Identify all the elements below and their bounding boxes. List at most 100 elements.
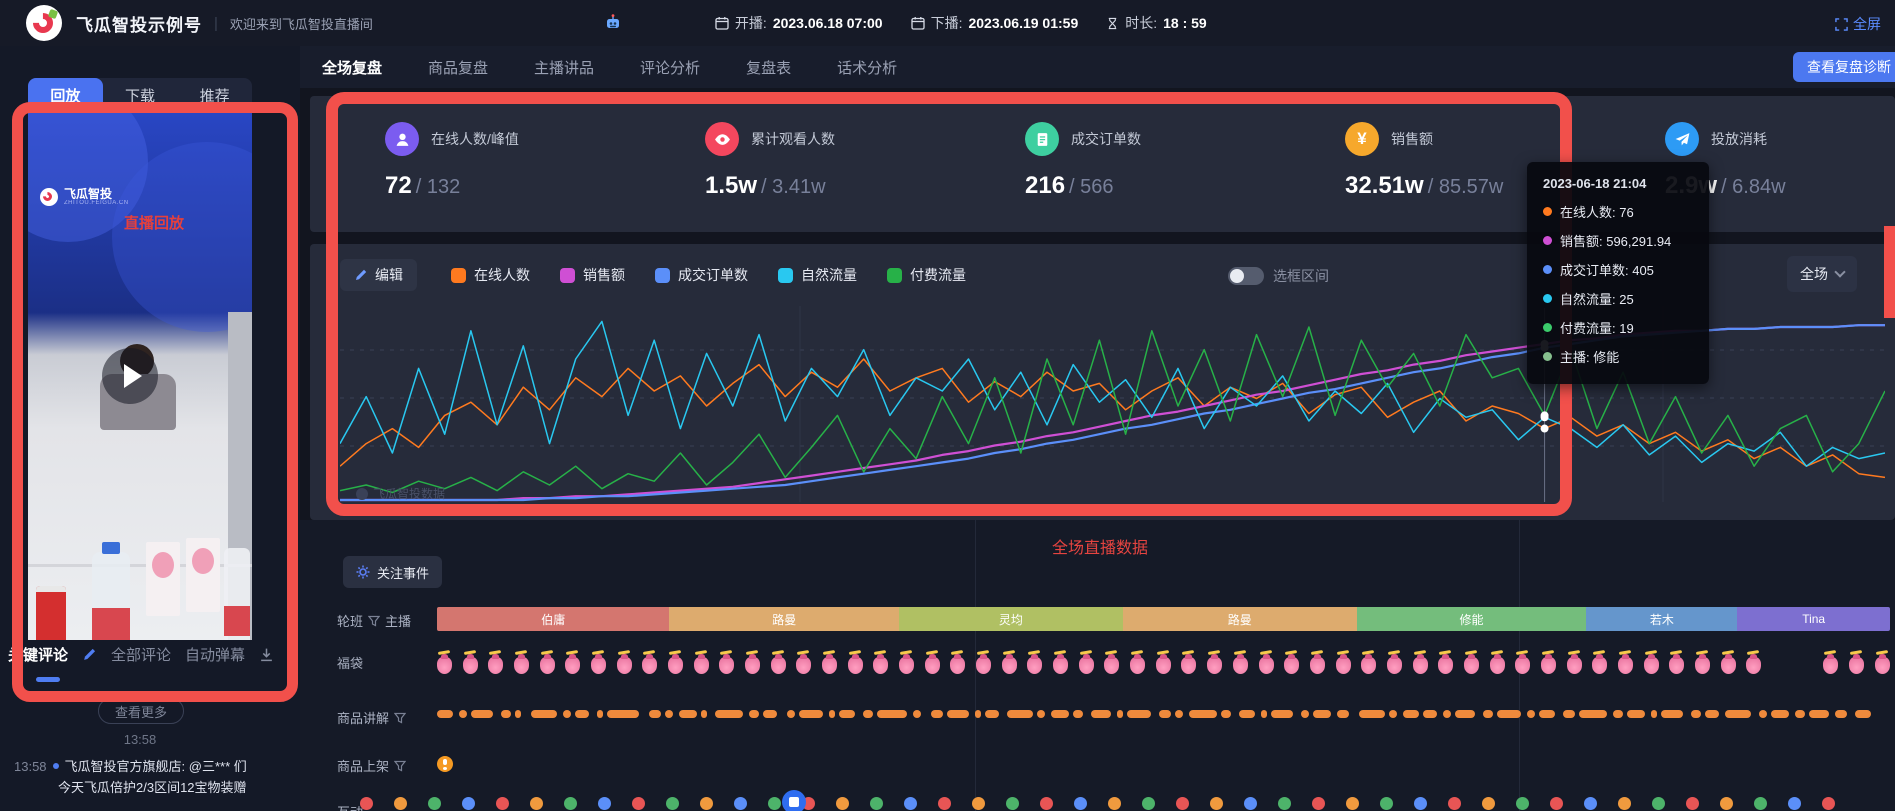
explain-segment[interactable] [597,710,603,718]
interaction-dot[interactable] [1074,797,1087,810]
interaction-dot[interactable] [1448,797,1461,810]
explain-segment[interactable] [877,710,907,718]
interaction-dot[interactable] [496,797,509,810]
lucky-bag-icon[interactable] [1104,657,1119,674]
lucky-bag-icon[interactable] [591,657,606,674]
lucky-bag-icon[interactable] [1746,657,1761,674]
edit-metrics-button[interactable]: 编辑 [340,259,417,291]
explain-segment[interactable] [975,710,981,718]
range-dropdown[interactable]: 全场 [1787,256,1857,292]
lucky-bag-icon[interactable] [1156,657,1171,674]
lucky-bag-icon[interactable] [796,657,811,674]
funnel-icon[interactable] [394,712,406,724]
lucky-bag-icon[interactable] [848,657,863,674]
lucky-bag-icon[interactable] [976,657,991,674]
explain-segment[interactable] [1073,710,1083,718]
interaction-dot[interactable] [1720,797,1733,810]
fullscreen-button[interactable]: 全屏 [1835,14,1881,34]
lucky-bag-icon[interactable] [1644,657,1659,674]
interaction-dot[interactable] [632,797,645,810]
explain-segment[interactable] [1337,710,1349,718]
lucky-bag-icon[interactable] [1079,657,1094,674]
legend-item-2[interactable]: 销售额 [560,265,625,285]
explain-segment[interactable] [931,710,943,718]
explain-segment[interactable] [839,710,855,718]
lucky-bag-icon[interactable] [925,657,940,674]
sidebar-tab-3[interactable]: 推荐 [177,78,252,112]
explain-segment[interactable] [1539,710,1555,718]
lucky-bag-icon[interactable] [694,657,709,674]
explain-segment[interactable] [1563,710,1575,718]
nav-tab-1[interactable]: 全场复盘 [322,57,382,78]
interaction-dot[interactable] [1108,797,1121,810]
interaction-dot[interactable] [1584,797,1597,810]
explain-segment[interactable] [947,710,969,718]
lucky-bag-icon[interactable] [1310,657,1325,674]
nav-tab-6[interactable]: 话术分析 [837,57,897,78]
lucky-bag-icon[interactable] [1721,657,1736,674]
interaction-dot[interactable] [1788,797,1801,810]
interaction-dot[interactable] [904,797,917,810]
lucky-bag-icon[interactable] [1669,657,1684,674]
lucky-bag-icon[interactable] [1618,657,1633,674]
interaction-dot[interactable] [1040,797,1053,810]
explain-segment[interactable] [763,710,777,718]
lucky-bag-icon[interactable] [1207,657,1222,674]
explain-segment[interactable] [829,710,835,718]
explain-segment[interactable] [1313,710,1331,718]
sidebar-tab-2[interactable]: 下载 [103,78,178,112]
explain-segment[interactable] [1239,710,1255,718]
lucky-bag-icon[interactable] [899,657,914,674]
shift-segment-伯庸[interactable]: 伯庸 [437,607,669,631]
explain-segment[interactable] [501,710,511,718]
interaction-dot[interactable] [1278,797,1291,810]
product-explain-row[interactable] [437,710,1895,720]
lucky-bag-icon[interactable] [719,657,734,674]
explain-segment[interactable] [1189,710,1217,718]
lucky-bag-icon[interactable] [1002,657,1017,674]
lucky-bag-icon[interactable] [1515,657,1530,674]
interaction-dot[interactable] [530,797,543,810]
lucky-bag-icon[interactable] [565,657,580,674]
lucky-bag-icon[interactable] [1361,657,1376,674]
lucky-bag-icon[interactable] [822,657,837,674]
lucky-bag-icon[interactable] [873,657,888,674]
tab-all-comments[interactable]: 全部评论 [111,644,171,665]
lucky-bag-icon[interactable] [1181,657,1196,674]
explain-segment[interactable] [1627,710,1645,718]
legend-item-3[interactable]: 成交订单数 [655,265,748,285]
explain-segment[interactable] [1091,710,1111,718]
explain-segment[interactable] [1159,710,1171,718]
lucky-bag-icon[interactable] [745,657,760,674]
lucky-bag-icon[interactable] [1875,657,1890,674]
interaction-dot[interactable] [938,797,951,810]
interaction-dot[interactable] [598,797,611,810]
lucky-bag-icon[interactable] [771,657,786,674]
explain-segment[interactable] [1855,710,1871,718]
interaction-dot[interactable] [1516,797,1529,810]
tab-key-comments[interactable]: 关键评论 [8,644,68,665]
legend-item-1[interactable]: 在线人数 [451,265,530,285]
lucky-bag-icon[interactable] [1387,657,1402,674]
explain-segment[interactable] [575,710,589,718]
interaction-dot[interactable] [734,797,747,810]
explain-segment[interactable] [1579,710,1607,718]
shift-segment-路曼[interactable]: 路曼 [1123,607,1357,631]
interaction-dot[interactable] [428,797,441,810]
shift-segment-若木[interactable]: 若木 [1586,607,1737,631]
explain-segment[interactable] [1127,710,1151,718]
lucky-bag-icon[interactable] [463,657,478,674]
explain-segment[interactable] [1359,710,1385,718]
explain-segment[interactable] [1221,710,1231,718]
interaction-dot[interactable] [1244,797,1257,810]
interaction-badge[interactable] [782,790,806,811]
shift-segment-Tina[interactable]: Tina [1737,607,1890,631]
explain-segment[interactable] [985,710,999,718]
lucky-bag-icon[interactable] [1592,657,1607,674]
interaction-dot[interactable] [1482,797,1495,810]
interaction-dot[interactable] [972,797,985,810]
lucky-bag-icon[interactable] [642,657,657,674]
lucky-bag-icon[interactable] [1413,657,1428,674]
interaction-dot[interactable] [1006,797,1019,810]
explain-segment[interactable] [531,710,557,718]
